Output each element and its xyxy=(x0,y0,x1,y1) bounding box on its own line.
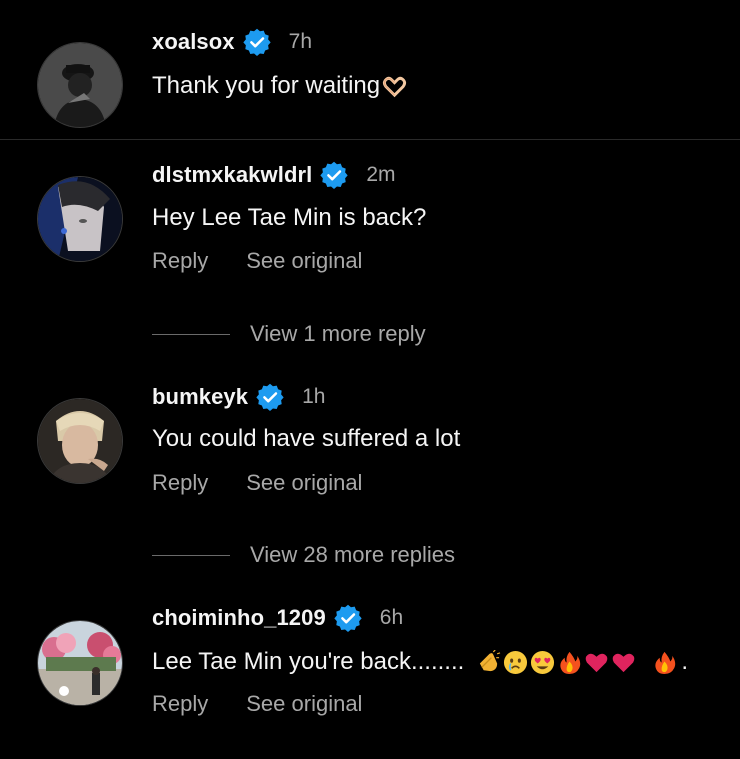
comment-meta: bumkeyk 1h xyxy=(152,382,325,412)
comment-text: Lee Tae Min you're back........ . xyxy=(152,648,688,676)
timestamp: 1h xyxy=(302,385,326,408)
heart-eyes-face-icon xyxy=(530,650,555,675)
comment-actions: Reply See original xyxy=(152,470,362,496)
reply-button[interactable]: Reply xyxy=(152,248,208,274)
comment-meta: dlstmxkakwldrl 2m xyxy=(152,160,396,190)
timestamp: 2m xyxy=(366,163,396,186)
see-original-button[interactable]: See original xyxy=(246,248,362,274)
see-original-button[interactable]: See original xyxy=(246,470,362,496)
view-more-line xyxy=(152,554,230,556)
view-more-replies-button[interactable]: View 1 more reply xyxy=(152,321,426,347)
username[interactable]: choiminho_1209 xyxy=(152,605,326,631)
view-more-line xyxy=(152,333,230,335)
username[interactable]: dlstmxkakwldrl xyxy=(152,162,312,188)
avatar[interactable] xyxy=(37,620,123,706)
comment-text: You could have suffered a lot xyxy=(152,425,460,453)
timestamp: 6h xyxy=(379,606,404,629)
red-heart-icon xyxy=(611,650,636,675)
comment-body: You could have suffered a lot xyxy=(152,425,461,452)
heart-hands-icon xyxy=(382,74,407,99)
comment-meta: xoalsox 7h xyxy=(152,27,312,57)
verified-badge-icon xyxy=(320,161,348,189)
avatar[interactable] xyxy=(37,176,123,262)
view-more-replies-button[interactable]: View 28 more replies xyxy=(152,542,455,568)
see-original-button[interactable]: See original xyxy=(246,691,362,717)
crying-face-icon xyxy=(503,650,528,675)
view-more-label: View 28 more replies xyxy=(250,542,456,567)
username[interactable]: bumkeyk xyxy=(152,384,248,410)
comment-actions: Reply See original xyxy=(152,691,362,717)
avatar[interactable] xyxy=(37,398,123,484)
comment-actions: Reply See original xyxy=(152,248,362,274)
comment-text: Thank you for waiting xyxy=(152,72,407,100)
trailing-text: . xyxy=(681,648,688,675)
fire-icon xyxy=(652,650,677,675)
reply-button[interactable]: Reply xyxy=(152,470,208,496)
divider xyxy=(0,139,740,140)
verified-badge-icon xyxy=(256,383,284,411)
verified-badge-icon xyxy=(334,604,362,632)
avatar[interactable] xyxy=(37,42,123,128)
comment-text: Hey Lee Tae Min is back? xyxy=(152,204,426,232)
username[interactable]: xoalsox xyxy=(152,29,235,55)
timestamp: 7h xyxy=(288,30,312,53)
verified-badge-icon xyxy=(243,28,271,56)
fire-icon xyxy=(557,650,582,675)
comment-body: Lee Tae Min you're back........ xyxy=(152,648,465,675)
view-more-label: View 1 more reply xyxy=(250,321,426,346)
comment-body: Hey Lee Tae Min is back? xyxy=(152,204,427,231)
comment-body: Thank you for waiting xyxy=(152,72,381,99)
reply-button[interactable]: Reply xyxy=(152,691,208,717)
comment-meta: choiminho_1209 6h xyxy=(152,603,403,633)
clapping-hands-icon xyxy=(476,649,501,675)
red-heart-icon xyxy=(584,650,609,675)
